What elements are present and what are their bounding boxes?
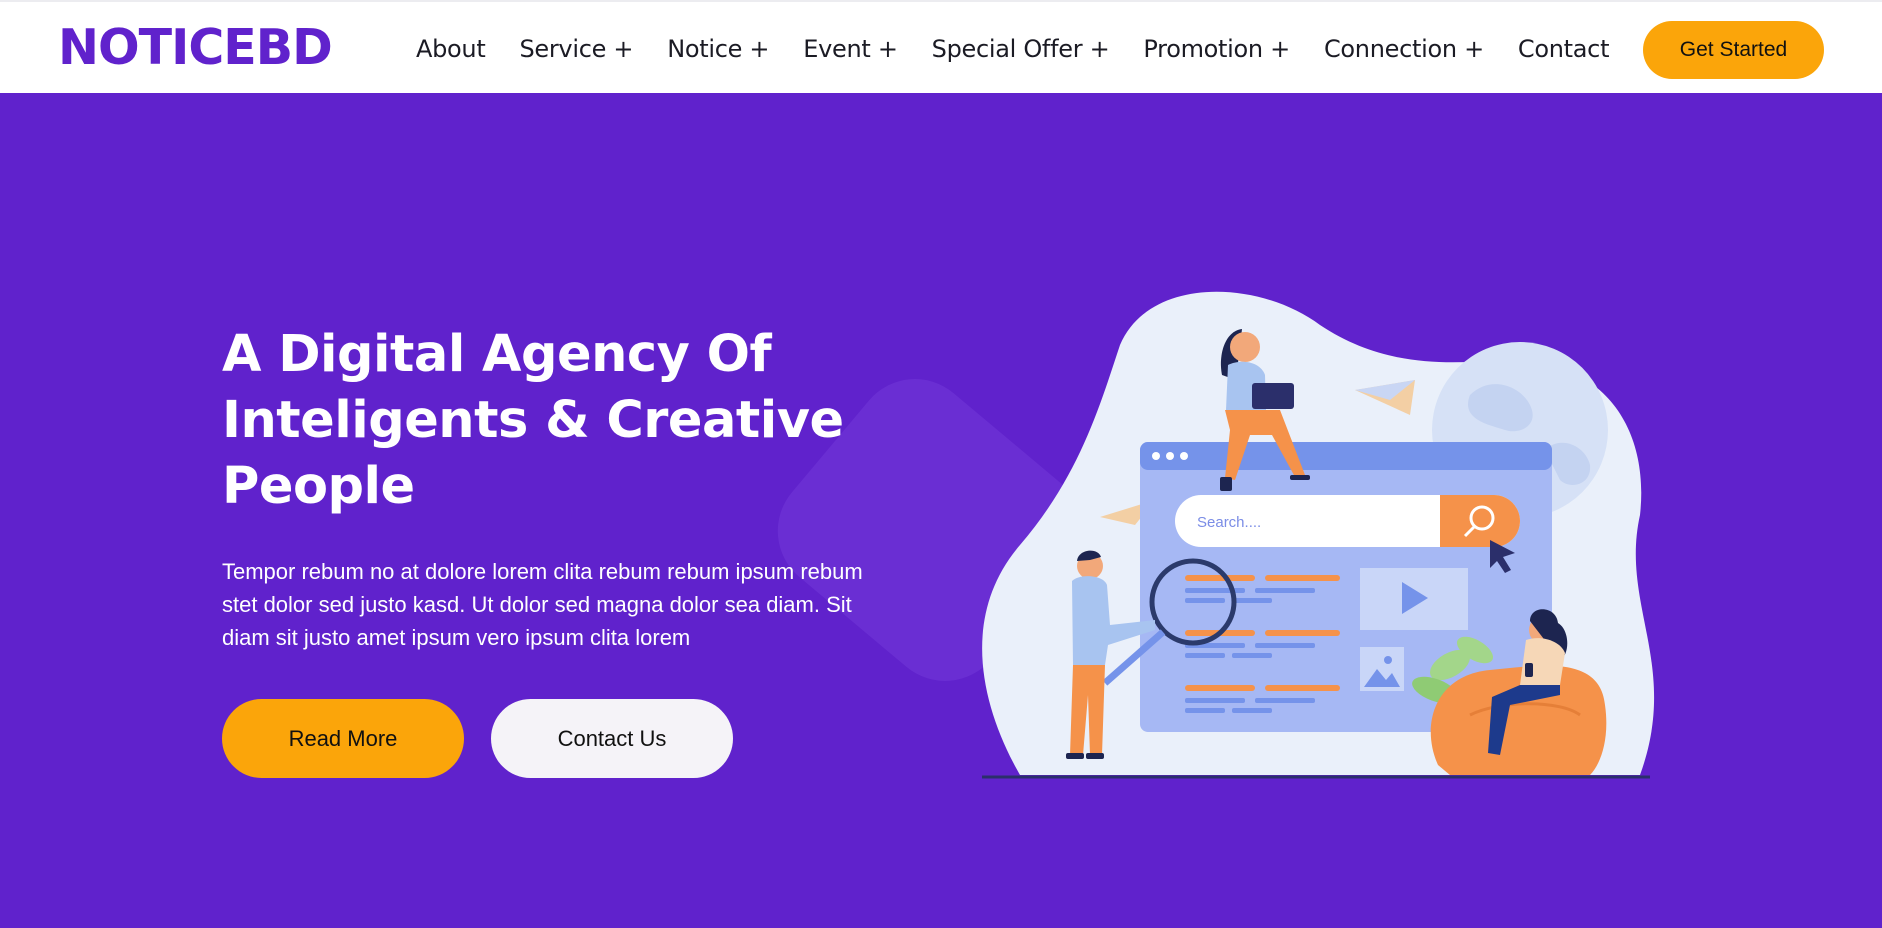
- nav-item-about[interactable]: About: [416, 32, 486, 66]
- nav-item-special-offer[interactable]: Special Offer +: [932, 32, 1110, 66]
- read-more-button[interactable]: Read More: [222, 699, 464, 778]
- nav-item-notice[interactable]: Notice +: [667, 32, 769, 66]
- contact-us-button[interactable]: Contact Us: [491, 699, 733, 778]
- hero-title: A Digital Agency Of Inteligents & Creati…: [222, 325, 844, 516]
- hero-illustration: Search....: [982, 291, 1655, 779]
- hero-description: Tempor rebum no at dolore lorem clita re…: [222, 559, 863, 650]
- brand-logo[interactable]: NOTICEBD: [58, 22, 333, 74]
- nav-item-contact[interactable]: Contact: [1518, 32, 1610, 66]
- nav-item-connection[interactable]: Connection +: [1324, 32, 1484, 66]
- nav-item-promotion[interactable]: Promotion +: [1143, 32, 1290, 66]
- get-started-button[interactable]: Get Started: [1643, 21, 1824, 79]
- main-navigation: About Service + Notice + Event + Special…: [416, 32, 1609, 66]
- nav-item-service[interactable]: Service +: [519, 32, 633, 66]
- nav-item-event[interactable]: Event +: [803, 32, 898, 66]
- bean-bag: [1430, 665, 1607, 775]
- site-header: NOTICEBD About Service + Notice + Event …: [0, 0, 1882, 93]
- search-placeholder: Search....: [1197, 514, 1261, 531]
